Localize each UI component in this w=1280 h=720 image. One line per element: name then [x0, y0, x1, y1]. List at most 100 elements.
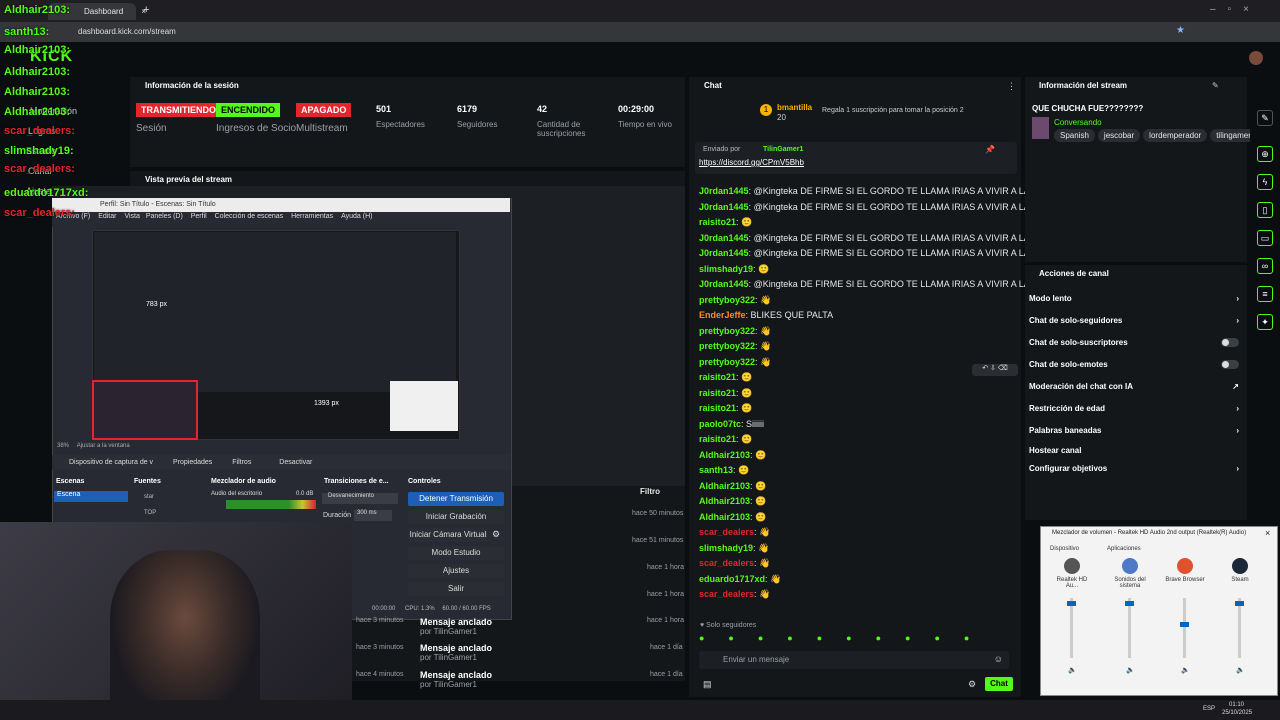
chat-message[interactable]: slimshady19: 👋 — [699, 543, 769, 554]
pinned-message[interactable]: Enviado por TilinGamer1 https://discord.… — [695, 142, 1017, 174]
chat-username[interactable]: Aldhair2103 — [699, 481, 750, 491]
chat-username[interactable]: J0rdan1445 — [699, 279, 749, 289]
new-tab-button[interactable]: + — [143, 4, 149, 16]
user-avatar[interactable] — [1249, 51, 1263, 65]
url-text[interactable]: dashboard.kick.com/stream — [78, 27, 176, 36]
chat-username[interactable]: raisito21 — [699, 403, 736, 413]
chat-message[interactable]: J0rdan1445: @Kingteka DE FIRME SI EL GOR… — [699, 248, 1061, 258]
channel-action-item[interactable]: Palabras baneadas › — [1029, 426, 1239, 435]
obs-menu-tools[interactable]: Herramientas — [291, 213, 333, 220]
speaker-icon[interactable]: 🔈 — [1181, 666, 1190, 674]
emoji-icon[interactable]: ☺ — [994, 654, 1003, 664]
chat-message[interactable]: Aldhair2103: 🙂 — [699, 450, 766, 461]
gift-prompt[interactable]: Regala 1 suscripción para tomar la posic… — [822, 107, 964, 114]
emote-bar[interactable]: ●●●●●●●●●● — [699, 633, 1013, 645]
pin-icon[interactable]: 📌 — [985, 145, 995, 154]
speaker-icon[interactable]: 🔈 — [1126, 666, 1135, 674]
taskbar-lang[interactable]: ESP — [1203, 706, 1215, 712]
rail-pen-icon[interactable]: ✎ — [1257, 110, 1273, 126]
obs-virtual-cam-button[interactable]: Iniciar Cámara Virtual — [408, 528, 488, 542]
chat-username[interactable]: raisito21 — [699, 434, 736, 444]
rail-doc-icon[interactable]: ▯ — [1257, 202, 1273, 218]
tag[interactable]: jescobar — [1097, 129, 1141, 142]
chat-username[interactable]: prettyboy322 — [699, 295, 755, 305]
volume-slider[interactable] — [1238, 598, 1241, 658]
rail-list-icon[interactable]: ≡ — [1257, 286, 1273, 302]
chat-message[interactable]: Aldhair2103: 🙂 — [699, 481, 766, 492]
channel-action-item[interactable]: Chat de solo-seguidores › — [1029, 316, 1239, 325]
obs-menu-scenes[interactable]: Colección de escenas — [215, 213, 284, 220]
volume-slider-thumb[interactable] — [1067, 601, 1076, 606]
chat-username[interactable]: prettyboy322 — [699, 357, 755, 367]
chat-gift-icon[interactable]: ▤ — [703, 679, 712, 690]
channel-action-item[interactable]: Hostear canal — [1029, 446, 1239, 455]
volume-slider[interactable] — [1183, 598, 1186, 658]
chat-username[interactable]: J0rdan1445 — [699, 248, 749, 258]
chat-username[interactable]: eduardo1717xd — [699, 574, 765, 584]
rail-bolt-icon[interactable]: ϟ — [1257, 174, 1273, 190]
chat-username[interactable]: slimshady19 — [699, 264, 753, 274]
obs-zoom-label[interactable]: Ajustar a la ventana — [77, 443, 130, 449]
chat-username[interactable]: santh13 — [699, 465, 733, 475]
top-gifter[interactable]: 1 bmantilla 20 — [760, 103, 812, 122]
chat-message[interactable]: prettyboy322: 👋 — [699, 295, 771, 306]
edit-icon[interactable]: ✎ — [1212, 81, 1219, 90]
chat-message[interactable]: paolo07tc: Siiiiii — [699, 419, 764, 429]
rail-tool-icon[interactable]: ✦ — [1257, 314, 1273, 330]
chat-message[interactable]: J0rdan1445: @Kingteka DE FIRME SI EL GOR… — [699, 186, 1061, 196]
chat-username[interactable]: scar_dealers — [699, 558, 754, 568]
rail-link-icon[interactable]: ∞ — [1257, 258, 1273, 274]
tag[interactable]: lordemperador — [1143, 129, 1208, 142]
chat-username[interactable]: J0rdan1445 — [699, 202, 749, 212]
channel-action-item[interactable]: Modo lento › — [1029, 294, 1239, 303]
chat-message[interactable]: raisito21: 🙂 — [699, 434, 752, 445]
chat-settings-icon[interactable]: ⚙ — [968, 679, 976, 690]
chat-message[interactable]: santh13: 🙂 — [699, 465, 749, 476]
volume-slider-thumb[interactable] — [1180, 622, 1189, 627]
obs-menu-view[interactable]: Vista — [124, 213, 139, 220]
chat-message[interactable]: prettyboy322: 👋 — [699, 326, 771, 337]
obs-scene-item[interactable]: Escena — [54, 491, 128, 502]
pinned-event-1[interactable]: Mensaje anclado por TilinGamer1 — [420, 643, 492, 662]
channel-action-item[interactable]: Moderación del chat con IA ↗ — [1029, 382, 1239, 391]
chat-message[interactable]: raisito21: 🙂 — [699, 217, 752, 228]
obs-transition-select[interactable]: Desvanecimiento — [322, 493, 398, 504]
chat-username[interactable]: J0rdan1445 — [699, 186, 749, 196]
chat-message[interactable]: eduardo1717xd: 👋 — [699, 574, 781, 585]
speaker-icon[interactable]: 🔈 — [1236, 666, 1245, 674]
chat-message[interactable]: prettyboy322: 👋 — [699, 357, 771, 368]
obs-menu-edit[interactable]: Editar — [98, 213, 116, 220]
chat-send-button[interactable]: Chat — [985, 677, 1013, 691]
chat-username[interactable]: raisito21 — [699, 388, 736, 398]
channel-action-item[interactable]: Chat de solo-suscriptores — [1029, 338, 1239, 347]
pinned-link[interactable]: https://discord.gg/CPmV5Bhb — [699, 158, 804, 167]
chat-message[interactable]: raisito21: 🙂 — [699, 403, 752, 414]
pinned-event-2[interactable]: Mensaje anclado por TilinGamer1 — [420, 670, 492, 689]
chat-message[interactable]: scar_dealers: 👋 — [699, 527, 770, 538]
chat-input[interactable]: Enviar un mensaje ☺ — [699, 651, 1009, 669]
channel-action-item[interactable]: Chat de solo-emotes — [1029, 360, 1239, 369]
chat-username[interactable]: paolo07tc — [699, 419, 741, 429]
chat-message[interactable]: raisito21: 🙂 — [699, 372, 752, 383]
obs-stop-stream-button[interactable]: Detener Transmisión — [408, 492, 504, 506]
volume-slider[interactable] — [1070, 598, 1073, 658]
chat-message[interactable]: J0rdan1445: @Kingteka DE FIRME SI EL GOR… — [699, 279, 1061, 289]
window-controls[interactable]: –▫× — [1210, 4, 1261, 15]
obs-settings-button[interactable]: Ajustes — [408, 564, 504, 578]
address-bar[interactable] — [0, 22, 1280, 42]
obs-virtual-cam-gear-icon[interactable]: ⚙ — [492, 529, 500, 540]
chat-username[interactable]: Aldhair2103 — [699, 496, 750, 506]
chat-menu-icon[interactable]: ⋮ — [1007, 81, 1016, 92]
pinned-event-0[interactable]: Mensaje anclado por TilinGamer1 — [420, 617, 492, 636]
obs-menu-help[interactable]: Ayuda (H) — [341, 213, 372, 220]
obs-properties-button[interactable]: Propiedades — [173, 459, 212, 466]
channel-action-item[interactable]: Configurar objetivos › — [1029, 464, 1239, 473]
chat-username[interactable]: slimshady19 — [699, 543, 753, 553]
volume-slider-thumb[interactable] — [1125, 601, 1134, 606]
toggle-switch[interactable] — [1221, 360, 1239, 369]
chat-username[interactable]: J0rdan1445 — [699, 233, 749, 243]
chat-username[interactable]: Aldhair2103 — [699, 450, 750, 460]
rail-target-icon[interactable]: ⊕ — [1257, 146, 1273, 162]
volume-mixer-close-icon[interactable]: × — [1265, 528, 1270, 538]
obs-filters-button[interactable]: Filtros — [232, 459, 251, 466]
